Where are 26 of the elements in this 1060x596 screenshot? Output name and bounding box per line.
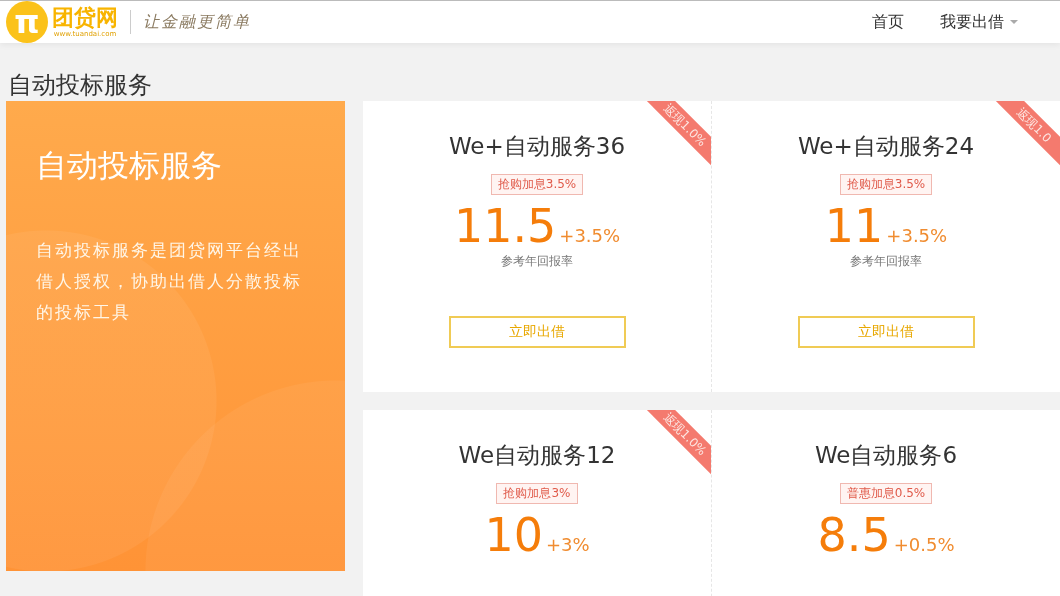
rate-bonus: +3.5% (886, 225, 948, 246)
rate-value: 11.5 (453, 199, 557, 253)
bonus-tag: 普惠加息0.5% (839, 483, 933, 504)
product-title: We自动服务6 (814, 441, 958, 470)
bonus-tag: 抢购加息3.5% (839, 174, 933, 195)
rate-label: 参考年回报率 (501, 253, 573, 270)
brand-name: 团贷网 (52, 6, 118, 30)
rate-value: 10 (484, 508, 543, 562)
bonus-tag: 抢购加息3% (496, 483, 578, 504)
product-title: We+自动服务24 (797, 132, 975, 161)
page-title: 自动投标服务 (7, 70, 153, 101)
rate-label: 参考年回报率 (850, 253, 922, 270)
intro-title: 自动投标服务 (36, 146, 223, 185)
rate-bonus: +3% (545, 534, 590, 555)
slogan: 让金融更简单 (143, 11, 251, 33)
logo-icon: π (6, 1, 48, 43)
rate-value: 11 (824, 199, 884, 253)
rate-value: 8.5 (817, 508, 891, 562)
nav-link[interactable]: 首页 (872, 11, 904, 33)
nav-link[interactable]: 我要出借 (940, 11, 1018, 33)
product-title: We自动服务12 (458, 441, 616, 470)
intro-text: 自动投标服务是团贷网平台经出借人授权，协助出借人分散投标的投标工具 (36, 239, 303, 324)
product-title: We+自动服务36 (448, 132, 626, 161)
bonus-tag: 抢购加息3.5% (490, 174, 584, 195)
rate-bonus: +0.5% (893, 534, 955, 555)
rate-bonus: +3.5% (559, 225, 621, 246)
